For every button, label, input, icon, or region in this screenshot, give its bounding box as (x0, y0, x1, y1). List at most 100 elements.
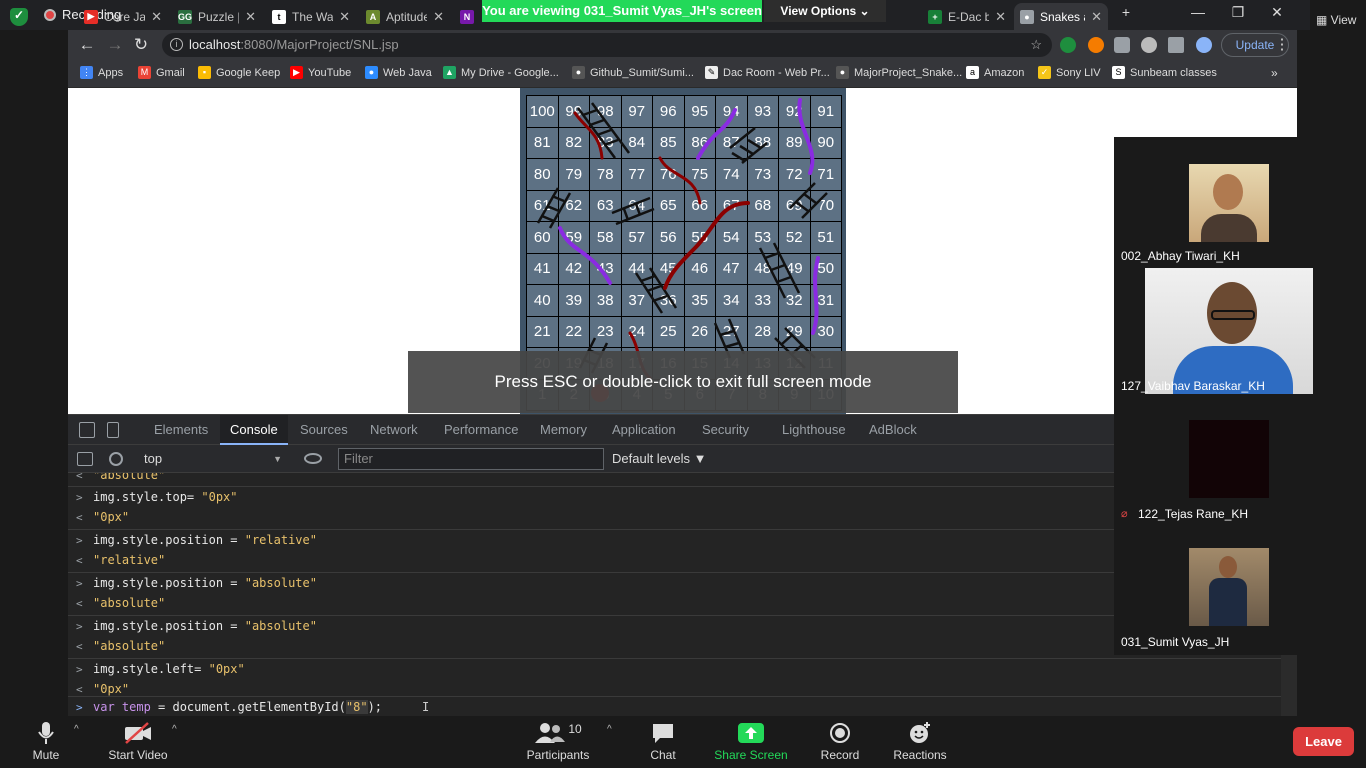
bookmark-item[interactable]: ▪ Google Keep (198, 66, 280, 79)
extension-camera-icon[interactable] (1114, 37, 1130, 53)
close-tab-icon[interactable]: ✕ (245, 9, 256, 25)
more-menu-icon[interactable]: ⋮ (1271, 35, 1293, 53)
devtools-tab-adblock[interactable]: AdBlock (859, 415, 927, 445)
close-tab-icon[interactable]: ✕ (1091, 9, 1102, 25)
address-bar[interactable]: i localhost:8080/MajorProject/SNL.jsp ☆ (162, 33, 1052, 57)
devtools-tab-performance[interactable]: Performance (434, 415, 528, 445)
devtools-tab-security[interactable]: Security (692, 415, 759, 445)
devtools-tab-application[interactable]: Application (602, 415, 686, 445)
restore-icon[interactable]: ❐ (1223, 4, 1253, 21)
console-input-line: > img.style.top= "0px" (68, 486, 1281, 507)
console-code: img.style.left= (93, 662, 209, 676)
close-tab-icon[interactable]: ✕ (339, 9, 350, 25)
record-icon (795, 720, 885, 746)
view-options-button[interactable]: View Options ⌄ (764, 0, 886, 22)
device-toolbar-icon[interactable] (107, 422, 119, 438)
browser-tab[interactable]: + E-Dac b ✕ (922, 3, 1012, 30)
site-info-icon[interactable]: i (170, 38, 183, 51)
devtools-tab-lighthouse[interactable]: Lighthouse (772, 415, 856, 445)
video-options-caret-icon[interactable]: ^ (172, 724, 177, 735)
leave-meeting-button[interactable]: Leave (1293, 727, 1354, 756)
bookmark-item[interactable]: ● MajorProject_Snake... (836, 66, 962, 79)
start-video-label: Start Video (108, 748, 168, 762)
audio-options-caret-icon[interactable]: ^ (74, 724, 79, 735)
bookmark-item[interactable]: ✓ Sony LIV (1038, 66, 1101, 79)
participants-button[interactable]: 10 Participants (513, 720, 603, 762)
close-tab-icon[interactable]: ✕ (151, 9, 162, 25)
reactions-label: Reactions (893, 748, 947, 762)
tab-favicon-icon: N (460, 9, 474, 24)
participant-tile[interactable]: ⌀ 122_Tejas Rane_KH (1114, 395, 1344, 523)
log-levels-dropdown[interactable]: Default levels ▼ (612, 449, 707, 469)
participant-name-row: 127_Vaibhav Baraskar_KH (1121, 379, 1265, 393)
reactions-smiley-icon (875, 720, 965, 746)
tab-favicon-icon: GG (178, 9, 193, 24)
inspect-element-icon[interactable] (79, 422, 95, 438)
browser-tab[interactable]: t The Wal ✕ (266, 3, 356, 30)
bookmark-item[interactable]: ▶ YouTube (290, 66, 351, 79)
devtools-tab-network[interactable]: Network (360, 415, 428, 445)
participant-name-row: ⌀ 122_Tejas Rane_KH (1121, 507, 1248, 521)
devtools-tab-memory[interactable]: Memory (530, 415, 597, 445)
devtools-tab-sources[interactable]: Sources (290, 415, 358, 445)
reactions-button[interactable]: Reactions (875, 720, 965, 762)
clear-console-icon[interactable] (109, 452, 123, 466)
chat-button[interactable]: Chat (618, 720, 708, 762)
prompt-argument: "8" (345, 700, 368, 714)
profile-avatar[interactable] (1196, 37, 1212, 53)
prompt-keyword: var (93, 700, 122, 714)
start-video-button[interactable]: Start Video (93, 720, 183, 762)
close-window-icon[interactable]: ✕ (1262, 4, 1292, 21)
participant-tile[interactable]: 127_Vaibhav Baraskar_KH (1114, 267, 1344, 395)
bookmarks-overflow-icon[interactable]: » (1271, 66, 1278, 80)
live-expression-eye-icon[interactable] (304, 453, 322, 464)
sidebar-toggle-icon[interactable] (77, 452, 93, 466)
minimize-icon[interactable]: — (1183, 4, 1213, 20)
participant-tile[interactable]: 002_Abhay Tiwari_KH (1114, 137, 1344, 265)
bookmark-item[interactable]: ▲ My Drive - Google... (443, 66, 559, 79)
participant-video (1189, 164, 1269, 242)
back-icon[interactable]: ← (76, 35, 98, 55)
extensions-puzzle-icon[interactable] (1168, 37, 1184, 53)
bookmark-label: Google Keep (216, 66, 281, 79)
devtools-tab-elements[interactable]: Elements (144, 415, 218, 445)
zoom-view-button[interactable]: ▦ View (1310, 0, 1366, 40)
bookmark-star-icon[interactable]: ☆ (1030, 33, 1042, 57)
new-tab-button[interactable]: + (1111, 4, 1141, 20)
share-screen-button[interactable]: Share Screen (706, 720, 796, 762)
browser-tab[interactable]: N (454, 3, 480, 30)
bookmark-item[interactable]: S Sunbeam classes (1112, 66, 1217, 79)
extension-react-icon[interactable] (1141, 37, 1157, 53)
close-tab-icon[interactable]: ✕ (995, 9, 1006, 25)
context-selector[interactable]: top (140, 449, 286, 469)
bookmark-item[interactable]: ● Web Java (365, 66, 432, 79)
participants-caret-icon[interactable]: ^ (607, 724, 612, 735)
console-prompt-line[interactable]: > var temp = document.getElementById("8")… (68, 696, 1281, 717)
browser-tab[interactable]: ▶ Core Jav ✕ (78, 3, 168, 30)
bookmark-item[interactable]: ● Github_Sumit/Sumi... (572, 66, 694, 79)
browser-tab[interactable]: GG Puzzle | ✕ (172, 3, 262, 30)
console-output[interactable]: < "absolute" > img.style.top= "0px" < "0px" > i… (68, 473, 1281, 717)
zoom-encryption-shield-icon (10, 8, 28, 26)
devtools-tab-console[interactable]: Console (220, 415, 288, 445)
browser-tab[interactable]: A Aptitude ✕ (360, 3, 450, 30)
browser-tab[interactable]: ● Snakes a ✕ (1014, 3, 1108, 30)
zoom-view-label: View (1330, 13, 1357, 27)
bookmark-item[interactable]: ✎ Dac Room - Web Pr... (705, 66, 830, 79)
bookmark-item[interactable]: a Amazon (966, 66, 1024, 79)
participant-tile[interactable]: 031_Sumit Vyas_JH (1114, 523, 1344, 651)
video-off-icon (93, 720, 183, 746)
console-code: "absolute" (93, 473, 166, 482)
participant-name-row: 031_Sumit Vyas_JH (1121, 635, 1229, 649)
snake-purple (696, 108, 737, 160)
forward-icon[interactable]: → (104, 35, 126, 55)
extension-grammarly-icon[interactable] (1060, 37, 1076, 53)
close-tab-icon[interactable]: ✕ (433, 9, 444, 25)
bookmark-item[interactable]: ⋮ Apps (80, 66, 123, 79)
console-filter-input[interactable]: Filter (338, 448, 604, 470)
bookmark-item[interactable]: M Gmail (138, 66, 185, 79)
record-button[interactable]: Record (795, 720, 885, 762)
extension-orange-icon[interactable] (1088, 37, 1104, 53)
bookmark-favicon-icon: ✎ (705, 66, 718, 79)
reload-icon[interactable]: ↻ (130, 35, 152, 55)
